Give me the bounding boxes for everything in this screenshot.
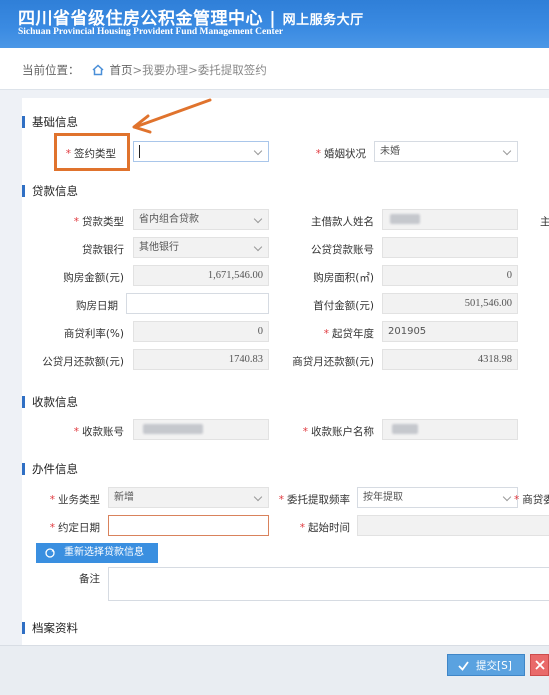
pf-account-label: 公贷贷款账号 <box>311 244 374 256</box>
receive-name-field[interactable] <box>382 419 518 440</box>
frequency-label: * 委托提取频率 <box>278 494 350 506</box>
reselect-loan-label: 重新选择贷款信息 <box>64 547 144 558</box>
pf-monthly-field[interactable]: 1740.83 <box>133 349 269 370</box>
section-handle-info: 办件信息 <box>22 461 78 477</box>
start-year-field[interactable]: 201905 <box>382 321 518 342</box>
agreed-date-field[interactable] <box>108 515 269 536</box>
breadcrumb-item-current: >委托提取签约 <box>188 63 267 77</box>
site-title-en: Sichuan Provincial Housing Provident Fun… <box>18 27 284 37</box>
title-separator: | <box>269 9 277 29</box>
start-time-label: * 起始时间 <box>299 522 350 534</box>
buy-date-label: 购房日期 <box>76 300 118 312</box>
comm-cut-label: * 商贷委 <box>514 494 549 506</box>
comm-rate-label: 商贷利率(%) <box>63 328 124 340</box>
remark-textarea[interactable] <box>108 567 549 601</box>
section-receive-info: 收款信息 <box>22 394 78 410</box>
section-basic-info: 基础信息 <box>22 114 78 130</box>
breadcrumb-bar: 当前位置： 首页 >我要办理 >委托提取签约 <box>0 48 549 90</box>
sign-type-select[interactable] <box>133 141 269 162</box>
comm-monthly-label: 商贷月还款额(元) <box>292 356 374 368</box>
agreed-date-label: * 约定日期 <box>49 522 100 534</box>
marital-status-select[interactable]: 未婚 <box>374 141 518 162</box>
breadcrumb-item-handle[interactable]: >我要办理 <box>133 62 189 78</box>
breadcrumb-label: 当前位置： <box>22 63 80 77</box>
section-archive: 档案资料 <box>22 620 78 636</box>
cancel-button[interactable] <box>530 654 549 676</box>
start-year-label: * 起贷年度 <box>323 328 374 340</box>
buy-date-field[interactable] <box>126 293 269 314</box>
close-icon <box>535 660 545 670</box>
submit-button[interactable]: 提交[S] <box>447 654 525 676</box>
text-caret <box>139 144 140 158</box>
pf-monthly-label: 公贷月还款额(元) <box>42 356 124 368</box>
house-area-field[interactable]: 0 <box>382 265 518 286</box>
arrow-annotation-icon <box>132 98 212 134</box>
section-loan-info: 贷款信息 <box>22 183 78 199</box>
comm-monthly-field[interactable]: 4318.98 <box>382 349 518 370</box>
biz-type-label: * 业务类型 <box>49 494 100 506</box>
comm-rate-field[interactable]: 0 <box>133 321 269 342</box>
site-title-cn: 四川省省级住房公积金管理中心 <box>18 9 263 29</box>
refresh-icon <box>45 548 55 558</box>
receive-account-field[interactable] <box>133 419 269 440</box>
bank-label: 贷款银行 <box>82 244 124 256</box>
home-icon[interactable] <box>91 64 104 76</box>
start-time-field[interactable] <box>357 515 549 536</box>
house-area-label: 购房面积(㎡) <box>313 272 374 284</box>
check-icon <box>458 661 469 671</box>
receive-account-label: * 收款账号 <box>73 426 124 438</box>
down-payment-field[interactable]: 501,546.00 <box>382 293 518 314</box>
receive-name-label: * 收款账户名称 <box>302 426 374 438</box>
loan-type-select[interactable]: 省内组合贷款 <box>133 209 269 230</box>
down-payment-label: 首付金额(元) <box>313 300 374 312</box>
highlight-box <box>54 133 130 171</box>
house-amount-label: 购房金额(元) <box>63 272 124 284</box>
pf-account-field[interactable] <box>382 237 518 258</box>
cut-off-label: 主 <box>540 216 549 228</box>
borrower-name-label: 主借款人姓名 <box>311 216 374 228</box>
reselect-loan-button[interactable]: 重新选择贷款信息 <box>36 543 158 563</box>
borrower-name-field[interactable] <box>382 209 518 230</box>
site-subtitle: 网上服务大厅 <box>282 13 364 28</box>
bank-select[interactable]: 其他银行 <box>133 237 269 258</box>
loan-type-label: * 贷款类型 <box>73 216 124 228</box>
house-amount-field[interactable]: 1,671,546.00 <box>133 265 269 286</box>
breadcrumb: 当前位置： 首页 >我要办理 >委托提取签约 <box>22 62 267 78</box>
site-title: 四川省省级住房公积金管理中心 | 网上服务大厅 <box>18 4 364 29</box>
submit-label: 提交[S] <box>476 660 512 672</box>
marital-status-label: * 婚姻状况 <box>315 148 366 160</box>
frequency-select[interactable]: 按年提取 <box>357 487 518 508</box>
breadcrumb-home[interactable]: 首页 <box>110 62 133 78</box>
remark-label: 备注 <box>79 573 100 585</box>
biz-type-select[interactable]: 新增 <box>108 487 269 508</box>
site-header: 四川省省级住房公积金管理中心 | 网上服务大厅 Sichuan Provinci… <box>0 0 549 48</box>
